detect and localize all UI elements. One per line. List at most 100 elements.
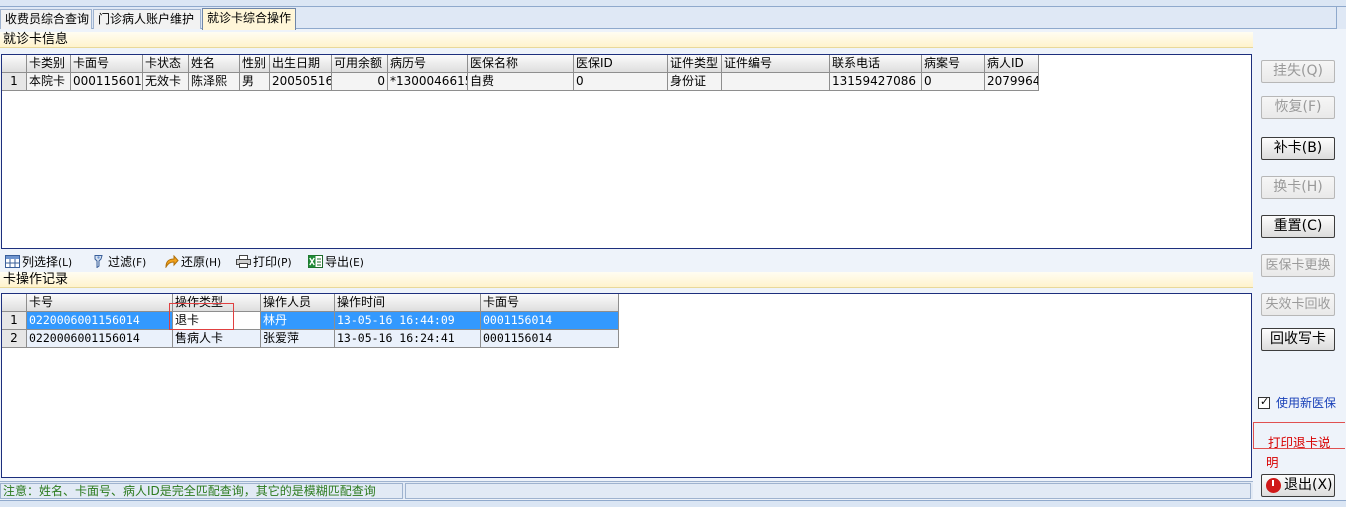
restore-label: 还原 [181,255,206,269]
cell-operation-type: 售病人卡 [173,330,261,348]
grid-toolbar: 列选择(L) 过滤(F) 还原(H) 打印(P) 导出(E) [0,251,1253,273]
recover-button[interactable]: 恢复(F) [1261,96,1335,119]
printer-icon [236,255,251,268]
highlight-box [169,303,234,330]
column-select-icon [5,255,20,268]
cell-op-card-face-no: 0001156014 [481,330,619,348]
cell-record-no: *1300046615 [388,73,468,91]
table-row[interactable]: 1 本院卡 0001156014 无效卡 陈泽熙 男 20050516 0 *1… [2,73,1042,91]
col-patient-id[interactable]: 病人ID [985,55,1039,73]
op-records-title: 卡操作记录 [0,272,1253,288]
tab-card-operations[interactable]: 就诊卡综合操作 [202,8,296,30]
power-icon [1266,478,1281,493]
exit-button[interactable]: 退出(X) [1261,474,1335,497]
use-new-insurance-label: 使用新医保 [1276,396,1337,410]
col-gender[interactable]: 性别 [240,55,270,73]
cell-phone: 13159427086 [830,73,922,91]
cell-card-status: 无效卡 [143,73,189,91]
card-info-title: 就诊卡信息 [0,32,1253,48]
use-new-insurance-checkbox[interactable]: 使用新医保 [1258,394,1337,410]
cell-card-no: 0220006001156014 [27,312,173,330]
filter-button[interactable]: 过滤(F) [91,254,146,271]
tab-cashier-query[interactable]: 收费员综合查询 [0,9,92,29]
card-info-header: 卡类别 卡面号 卡状态 姓名 性别 出生日期 可用余额 病历号 医保名称 医保I… [2,55,1042,73]
cell-card-face-no: 0001156014 [71,73,143,91]
table-row[interactable]: 1 0220006001156014 退卡 林丹 13-05-16 16:44:… [2,312,622,330]
cell-insurance-name: 自费 [468,73,574,91]
status-bar: 注意：姓名、卡面号、病人ID是完全匹配查询，其它的是模糊匹配查询 [0,481,1253,499]
col-name[interactable]: 姓名 [189,55,240,73]
cell-gender: 男 [240,73,270,91]
tab-scroll-area [1336,7,1346,29]
restore-shortcut: (H) [205,257,222,269]
print-return-note-line2: 明 [1266,455,1279,470]
col-id-number[interactable]: 证件编号 [722,55,830,73]
print-return-note[interactable]: 打印退卡说 明 [1266,433,1340,473]
window-top-strip [0,0,1346,7]
replace-card-button[interactable]: 换卡(H) [1261,176,1335,199]
cell-name: 陈泽熙 [189,73,240,91]
card-info-grid[interactable]: 卡类别 卡面号 卡状态 姓名 性别 出生日期 可用余额 病历号 医保名称 医保I… [1,54,1252,249]
row-number-header [2,55,27,73]
op-records-header: 卡号 操作类型 操作人员 操作时间 卡面号 [2,294,622,312]
excel-export-icon [308,255,323,268]
window-bottom-strip [0,500,1346,507]
col-insurance-id[interactable]: 医保ID [574,55,668,73]
exit-label: 退出(X) [1284,477,1333,493]
action-panel: 挂失(Q) 恢复(F) 补卡(B) 换卡(H) 重置(C) 医保卡更换 失效卡回… [1253,30,1346,500]
col-case-no[interactable]: 病案号 [922,55,985,73]
cell-operator: 张爱萍 [261,330,335,348]
op-records-grid[interactable]: 卡号 操作类型 操作人员 操作时间 卡面号 1 0220006001156014… [1,293,1252,478]
col-record-no[interactable]: 病历号 [388,55,468,73]
restore-arrow-icon [164,254,179,269]
cell-operation-time: 13-05-16 16:24:41 [335,330,481,348]
tab-outpatient-account[interactable]: 门诊病人账户维护 [93,9,201,29]
row-number: 1 [2,73,27,91]
col-phone[interactable]: 联系电话 [830,55,922,73]
col-id-type[interactable]: 证件类型 [668,55,722,73]
cell-birth-date: 20050516 [270,73,332,91]
col-operator[interactable]: 操作人员 [261,294,335,312]
column-select-label: 列选择 [22,255,59,269]
cell-card-type: 本院卡 [27,73,71,91]
col-op-card-face-no[interactable]: 卡面号 [481,294,619,312]
print-return-note-line1: 打印退卡说 [1268,435,1331,450]
col-card-type[interactable]: 卡类别 [27,55,71,73]
invalid-card-recycle-button[interactable]: 失效卡回收 [1261,293,1335,316]
report-loss-button[interactable]: 挂失(Q) [1261,60,1335,83]
column-select-button[interactable]: 列选择(L) [5,254,72,271]
col-insurance-name[interactable]: 医保名称 [468,55,574,73]
filter-shortcut: (F) [132,257,147,269]
restore-button[interactable]: 还原(H) [164,254,221,271]
recycle-write-card-button[interactable]: 回收写卡 [1261,328,1335,351]
col-birth-date[interactable]: 出生日期 [270,55,332,73]
export-shortcut: (E) [349,257,364,269]
table-row[interactable]: 2 0220006001156014 售病人卡 张爱萍 13-05-16 16:… [2,330,622,348]
reissue-card-button[interactable]: 补卡(B) [1261,137,1335,160]
col-balance[interactable]: 可用余额 [332,55,388,73]
column-select-shortcut: (L) [58,257,73,269]
cell-id-type: 身份证 [668,73,722,91]
cell-balance: 0 [332,73,388,91]
print-label: 打印 [253,255,278,269]
col-operation-time[interactable]: 操作时间 [335,294,481,312]
cell-insurance-id: 0 [574,73,668,91]
filter-label: 过滤 [108,255,133,269]
cell-patient-id: 2079964 [985,73,1039,91]
cell-operation-time: 13-05-16 16:44:09 [335,312,481,330]
row-number: 2 [2,330,27,348]
cell-op-card-face-no: 0001156014 [481,312,619,330]
reset-button[interactable]: 重置(C) [1261,215,1335,238]
row-number: 1 [2,312,27,330]
cell-case-no: 0 [922,73,985,91]
cell-operator: 林丹 [261,312,335,330]
checkbox-checked-icon[interactable] [1258,395,1270,409]
status-panel [405,483,1251,499]
export-button[interactable]: 导出(E) [308,254,364,271]
cell-id-number [722,73,830,91]
col-card-status[interactable]: 卡状态 [143,55,189,73]
insurance-card-replace-button[interactable]: 医保卡更换 [1261,254,1335,277]
col-card-no[interactable]: 卡号 [27,294,173,312]
print-button[interactable]: 打印(P) [236,254,292,271]
col-card-face-no[interactable]: 卡面号 [71,55,143,73]
